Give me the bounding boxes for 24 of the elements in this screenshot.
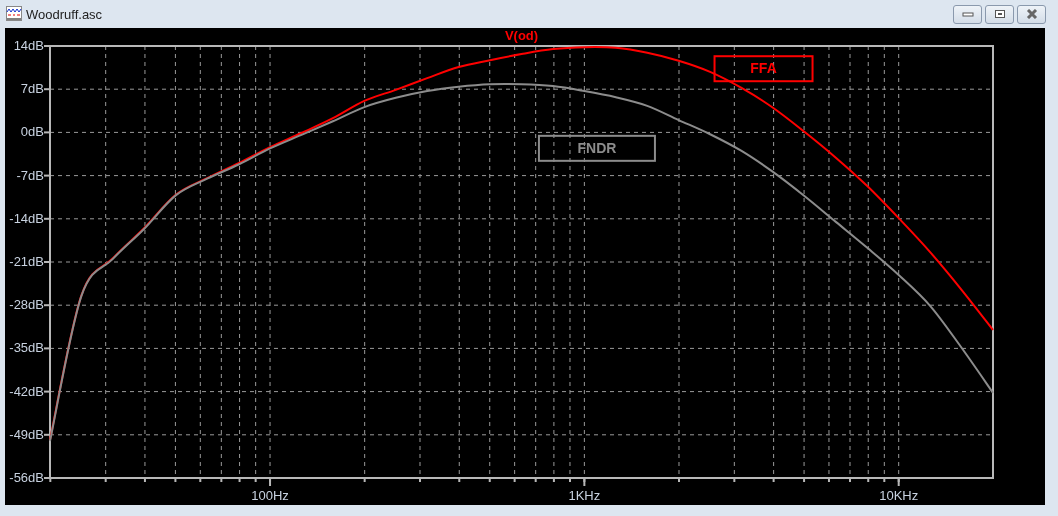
- y-axis-label: 7dB: [20, 81, 44, 97]
- window-title: Woodruff.asc: [26, 6, 103, 22]
- close-icon: [1025, 9, 1038, 19]
- y-axis-label: -14dB: [9, 210, 44, 226]
- y-axis-label: -28dB: [9, 297, 44, 313]
- waveform-icon: [6, 6, 22, 22]
- y-axis-label: 0dB: [20, 124, 44, 140]
- y-axis-label: 14dB: [13, 38, 44, 53]
- x-axis-label: 100Hz: [251, 488, 289, 503]
- y-axis-label: -35dB: [9, 340, 44, 356]
- y-axis-label: -42dB: [9, 383, 44, 399]
- close-button[interactable]: [1017, 4, 1046, 24]
- maximize-icon: [993, 9, 1006, 19]
- maximize-button[interactable]: [985, 4, 1014, 24]
- y-axis-label: -7dB: [16, 167, 44, 183]
- x-axis-label: 10KHz: [879, 488, 919, 503]
- minimize-icon: [961, 10, 974, 18]
- plot-title: V(od): [504, 28, 539, 43]
- y-axis-label: -56dB: [9, 470, 44, 485]
- y-axis-label: -21dB: [9, 254, 44, 269]
- x-axis-label: 1KHz: [568, 488, 601, 503]
- trace-label: FFA: [750, 60, 777, 77]
- trace-label: FNDR: [577, 139, 617, 156]
- y-axis-label: -49dB: [9, 426, 44, 442]
